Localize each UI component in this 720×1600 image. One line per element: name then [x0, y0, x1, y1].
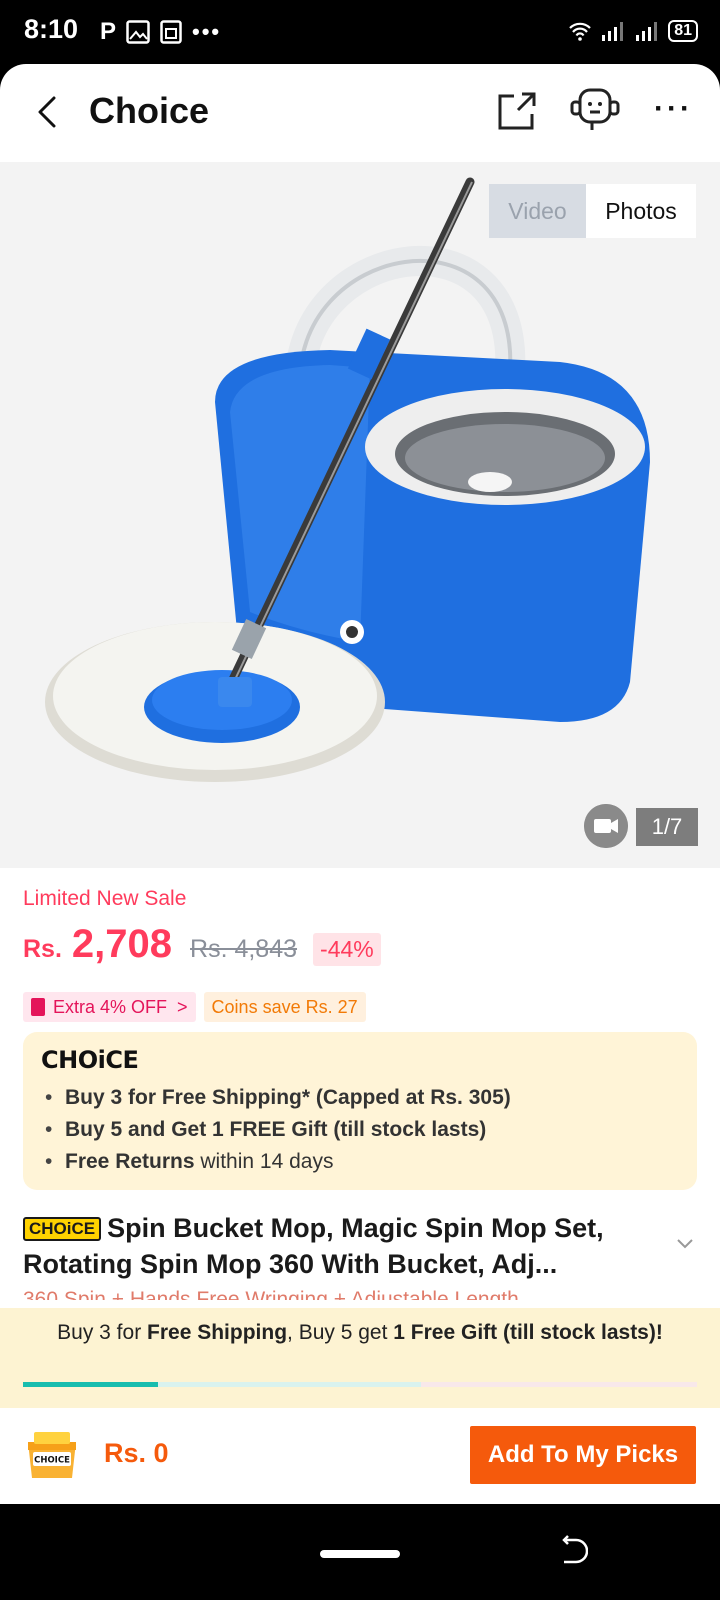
price-currency: Rs. [23, 935, 62, 963]
wifi-icon [569, 22, 591, 41]
current-price: 2,708 [71, 922, 173, 966]
fs-text-part: Buy 3 for [57, 1321, 148, 1344]
benefits-list: Buy 3 for Free Shipping* (Capped at Rs. … [41, 1082, 679, 1178]
extra-off-label: Extra 4% OFF [53, 996, 168, 1017]
signal-icon [602, 22, 624, 41]
chevron-right-icon: > [177, 996, 188, 1017]
product-sheet: Choice ··· Video Photos 1/7 Limited New … [0, 64, 720, 1504]
free-shipping-banner: Buy 3 for Free Shipping, Buy 5 get 1 Fre… [0, 1308, 720, 1408]
voucher-icon [31, 998, 45, 1016]
extra-off-pill[interactable]: Extra 4% OFF > [23, 992, 196, 1022]
status-icons-right: 81 [568, 20, 698, 42]
choice-benefits-box[interactable]: CHOiCE Buy 3 for Free Shipping* (Capped … [23, 1032, 697, 1190]
status-bar: 8:10 P ••• 81 [0, 0, 720, 64]
chevron-down-icon[interactable] [676, 1238, 694, 1250]
product-title-text: Spin Bucket Mop, Magic Spin Mop Set, Rot… [23, 1213, 604, 1279]
fs-text-part: , Buy 5 get [287, 1321, 394, 1344]
free-shipping-progress [23, 1382, 697, 1387]
benefit-item: Buy 3 for Free Shipping* (Capped at Rs. … [41, 1082, 679, 1114]
image-icon [126, 20, 150, 44]
progress-fill [23, 1382, 158, 1387]
status-time: 8:10 [24, 14, 79, 44]
choice-tag: CHOiCE [23, 1217, 102, 1241]
bottom-action-bar: CHOICE Rs. 0 Add To My Picks [0, 1410, 720, 1502]
benefit-item: Buy 5 and Get 1 FREE Gift (till stock la… [41, 1114, 679, 1146]
image-counter: 1/7 [636, 808, 698, 846]
choice-cart-icon[interactable]: CHOICE [24, 1428, 80, 1480]
cart-label: CHOICE [34, 1456, 70, 1466]
coins-pill[interactable]: Coins save Rs. 27 [203, 992, 366, 1022]
share-icon[interactable] [496, 90, 538, 132]
page-title: Choice [89, 90, 210, 131]
free-shipping-text: Buy 3 for Free Shipping, Buy 5 get 1 Fre… [40, 1320, 680, 1345]
benefit-bold: Buy 3 for Free Shipping* (Capped at Rs. … [65, 1086, 511, 1109]
sale-label: Limited New Sale [23, 887, 187, 910]
discount-badge: -44% [313, 933, 381, 966]
original-price: Rs. 4,843 [190, 935, 298, 963]
sim-icon [160, 20, 182, 44]
top-nav: Choice ··· [0, 64, 720, 162]
picks-total: Rs. 0 [104, 1438, 169, 1468]
home-gesture-pill[interactable] [320, 1550, 400, 1558]
p-app-icon: P [100, 18, 117, 45]
fs-text-bold: 1 Free Gift (till stock lasts)! [393, 1321, 663, 1344]
choice-logo: CHOiCE [41, 1046, 139, 1074]
tab-photos[interactable]: Photos [586, 184, 696, 238]
rotate-icon[interactable] [558, 1534, 588, 1568]
product-title-block[interactable]: CHOiCE Spin Bucket Mop, Magic Spin Mop Se… [23, 1210, 673, 1282]
customer-service-icon[interactable] [568, 86, 622, 134]
system-nav-bar [0, 1504, 720, 1600]
product-gallery[interactable]: Video Photos 1/7 [0, 162, 720, 868]
product-subtitle: 360 Spin + Hands Free Wringing + Adjusta… [23, 1288, 519, 1300]
back-icon[interactable] [34, 94, 64, 130]
tab-video[interactable]: Video [489, 184, 586, 238]
promo-row: Extra 4% OFF > Coins save Rs. 27 [23, 992, 366, 1022]
price-row: Rs. 2,708 Rs. 4,843 -44% [23, 922, 381, 967]
more-icon[interactable]: ··· [654, 92, 693, 126]
benefit-rest: within 14 days [194, 1150, 334, 1173]
spin-mop-bucket-product-image [45, 177, 650, 782]
benefit-bold: Buy 5 and Get 1 FREE Gift (till stock la… [65, 1118, 487, 1141]
signal-icon [636, 22, 658, 41]
battery-icon: 81 [668, 20, 698, 42]
media-tabs: Video Photos [489, 184, 696, 238]
add-to-my-picks-button[interactable]: Add To My Picks [470, 1426, 696, 1484]
benefit-bold: Free Returns [65, 1150, 195, 1173]
fs-text-bold: Free Shipping [147, 1321, 288, 1344]
product-title: CHOiCE Spin Bucket Mop, Magic Spin Mop Se… [23, 1210, 673, 1282]
status-icons-left: P ••• [100, 18, 221, 46]
more-dots-icon: ••• [192, 19, 222, 44]
benefit-item: Free Returns within 14 days [41, 1146, 679, 1178]
video-camera-icon[interactable] [584, 804, 628, 848]
